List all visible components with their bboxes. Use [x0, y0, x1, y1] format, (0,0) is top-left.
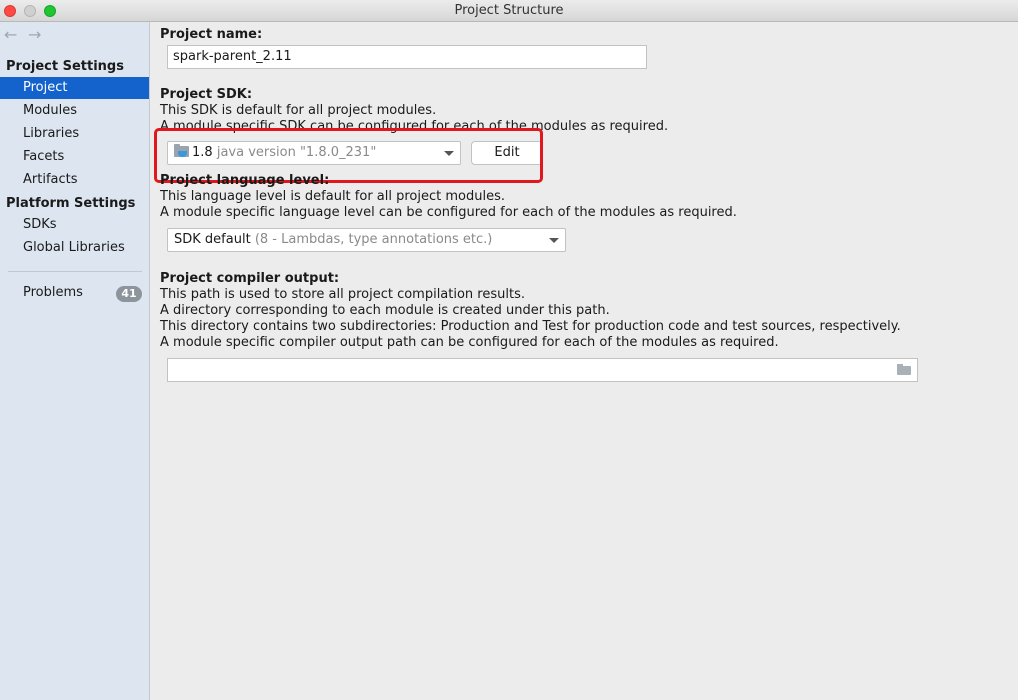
compiler-output-desc-4: A module specific compiler output path c…: [160, 335, 779, 350]
sidebar-item-libraries[interactable]: Libraries: [0, 123, 149, 145]
language-level-label: Project language level:: [160, 173, 330, 188]
nav-arrows: ← →: [4, 25, 52, 44]
problems-count-badge: 41: [116, 286, 142, 302]
compiler-output-desc-1: This path is used to store all project c…: [160, 287, 525, 302]
language-level-desc-1: This language level is default for all p…: [160, 189, 505, 204]
project-settings-heading: Project Settings: [6, 59, 124, 74]
forward-arrow-icon[interactable]: →: [28, 25, 52, 44]
sidebar-item-sdks[interactable]: SDKs: [0, 214, 149, 236]
sidebar-item-global-libraries[interactable]: Global Libraries: [0, 237, 149, 259]
window-title: Project Structure: [454, 3, 564, 18]
project-settings-panel: Project name: spark-parent_2.11 Project …: [151, 22, 1018, 700]
language-level-dropdown[interactable]: SDK default (8 - Lambdas, type annotatio…: [167, 228, 566, 252]
language-level-desc-2: A module specific language level can be …: [160, 205, 737, 220]
folder-browse-icon[interactable]: [897, 364, 911, 375]
platform-settings-heading: Platform Settings: [6, 196, 136, 211]
sidebar: ← → Project Settings Project Modules Libr…: [0, 22, 150, 700]
project-name-label: Project name:: [160, 27, 263, 42]
sidebar-item-project[interactable]: Project: [0, 77, 149, 99]
sidebar-item-modules[interactable]: Modules: [0, 100, 149, 122]
compiler-output-desc-2: A directory corresponding to each module…: [160, 303, 610, 318]
language-level-detail: (8 - Lambdas, type annotations etc.): [254, 232, 493, 247]
project-sdk-desc-1: This SDK is default for all project modu…: [160, 103, 437, 118]
sidebar-divider: [8, 271, 142, 272]
compiler-output-input[interactable]: [167, 358, 918, 382]
back-arrow-icon[interactable]: ←: [4, 25, 28, 44]
chevron-down-icon: [549, 238, 559, 243]
project-sdk-label: Project SDK:: [160, 87, 253, 102]
compiler-output-label: Project compiler output:: [160, 271, 340, 286]
title-bar: Project Structure: [0, 0, 1018, 22]
sidebar-item-artifacts[interactable]: Artifacts: [0, 169, 149, 191]
sidebar-item-facets[interactable]: Facets: [0, 146, 149, 168]
project-name-input[interactable]: spark-parent_2.11: [167, 45, 647, 69]
compiler-output-desc-3: This directory contains two subdirectori…: [160, 319, 901, 334]
language-level-value: SDK default: [174, 232, 251, 247]
